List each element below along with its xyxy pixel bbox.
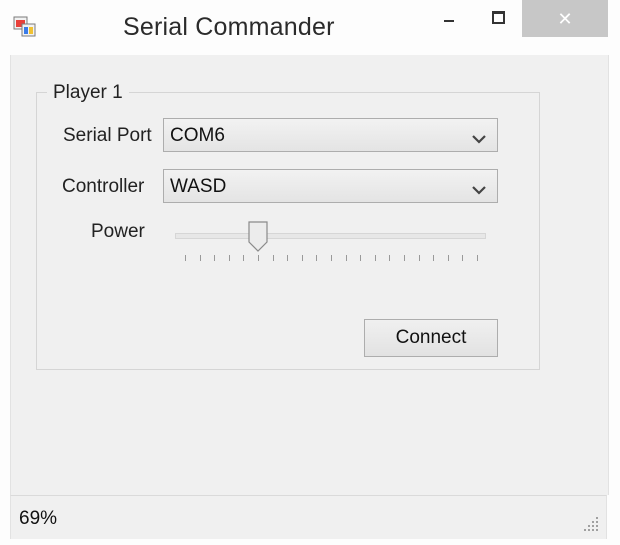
slider-tick <box>448 255 449 261</box>
slider-track[interactable] <box>175 233 486 239</box>
slider-tick <box>360 255 361 261</box>
slider-tick <box>375 255 376 261</box>
slider-tick <box>462 255 463 261</box>
serial-port-label: Serial Port <box>63 125 152 146</box>
slider-tick <box>287 255 288 261</box>
title-bar[interactable]: Serial Commander ✕ <box>0 0 620 55</box>
slider-tick <box>243 255 244 261</box>
slider-tick <box>433 255 434 261</box>
window-client-area: Player 1 Serial Port COM6 Controller WAS… <box>10 55 609 495</box>
slider-tick <box>404 255 405 261</box>
slider-thumb[interactable] <box>248 221 268 257</box>
group-title: Player 1 <box>47 82 129 104</box>
serial-port-dropdown[interactable]: COM6 <box>163 118 498 152</box>
power-slider[interactable] <box>173 215 488 265</box>
slider-tick <box>389 255 390 261</box>
controller-dropdown[interactable]: WASD <box>163 169 498 203</box>
slider-tick <box>273 255 274 261</box>
slider-tick <box>258 255 259 261</box>
maximize-icon <box>491 11 505 24</box>
status-bar: 69% <box>10 495 607 539</box>
window-bottom-border <box>0 539 620 545</box>
minimize-icon <box>444 19 454 22</box>
serial-port-value: COM6 <box>170 125 225 146</box>
slider-tick <box>477 255 478 261</box>
power-label: Power <box>91 221 145 242</box>
window-title: Serial Commander <box>123 13 335 41</box>
slider-tick <box>316 255 317 261</box>
status-text: 69% <box>19 508 58 529</box>
controller-label: Controller <box>62 176 145 197</box>
slider-tick <box>331 255 332 261</box>
slider-tick <box>419 255 420 261</box>
slider-tick <box>185 255 186 261</box>
slider-tick <box>229 255 230 261</box>
maximize-button[interactable] <box>473 0 523 37</box>
slider-ticks <box>185 255 478 263</box>
connect-button[interactable]: Connect <box>364 319 498 357</box>
close-button[interactable]: ✕ <box>522 0 608 37</box>
chevron-down-icon[interactable] <box>472 131 486 149</box>
resize-grip-icon[interactable] <box>584 517 600 533</box>
application-icon[interactable] <box>13 15 37 39</box>
slider-tick <box>302 255 303 261</box>
slider-tick <box>214 255 215 261</box>
chevron-down-icon[interactable] <box>472 182 486 200</box>
controller-value: WASD <box>170 176 227 197</box>
slider-tick <box>200 255 201 261</box>
close-icon: ✕ <box>557 8 573 29</box>
slider-tick <box>346 255 347 261</box>
minimize-button[interactable] <box>424 0 474 37</box>
